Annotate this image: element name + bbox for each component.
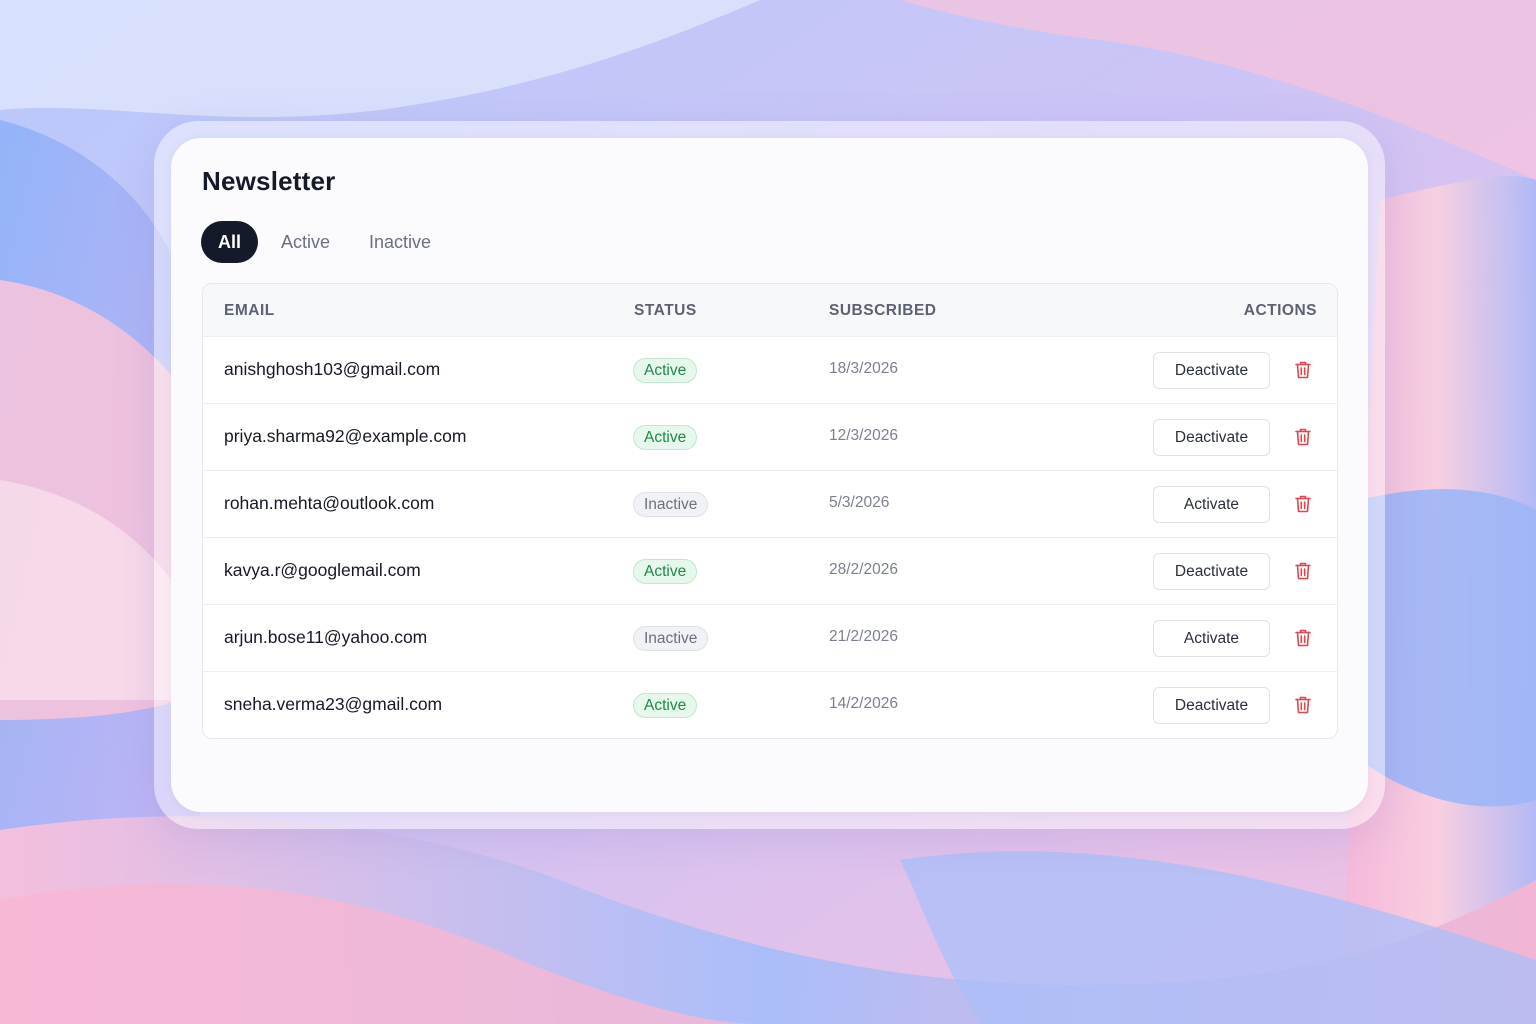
status-badge: Active bbox=[633, 425, 698, 450]
subscribed-date-cell: 28/2/2026 bbox=[829, 561, 898, 578]
subscribed-date-cell: 21/2/2026 bbox=[829, 628, 898, 645]
deactivate-button[interactable]: Deactivate bbox=[1153, 687, 1270, 724]
newsletter-card: Newsletter All Active Inactive EMAIL STA… bbox=[171, 138, 1368, 812]
email-cell: arjun.bose11@yahoo.com bbox=[224, 627, 428, 647]
deactivate-button[interactable]: Deactivate bbox=[1153, 352, 1270, 389]
status-badge: Inactive bbox=[633, 492, 709, 517]
trash-icon[interactable] bbox=[1292, 425, 1314, 449]
subscribed-date-cell: 5/3/2026 bbox=[829, 494, 890, 511]
deactivate-button[interactable]: Deactivate bbox=[1153, 419, 1270, 456]
status-badge: Active bbox=[633, 559, 698, 584]
subscribed-date-cell: 12/3/2026 bbox=[829, 427, 898, 444]
deactivate-button[interactable]: Deactivate bbox=[1153, 553, 1270, 590]
tab-active[interactable]: Active bbox=[281, 221, 330, 263]
column-header-email: EMAIL bbox=[224, 302, 275, 319]
table-body: anishghosh103@gmail.com Active 18/3/2026 De… bbox=[203, 337, 1337, 738]
email-cell: anishghosh103@gmail.com bbox=[224, 359, 441, 379]
filter-tabs: All Active Inactive bbox=[201, 221, 431, 263]
column-header-subscribed: SUBSCRIBED bbox=[829, 302, 937, 319]
table-row: priya.sharma92@example.com Active 12/3/202… bbox=[203, 404, 1337, 471]
trash-icon[interactable] bbox=[1292, 492, 1314, 516]
table-row: arjun.bose11@yahoo.com Inactive 21/2/2026 A… bbox=[203, 605, 1337, 672]
subscribed-date-cell: 14/2/2026 bbox=[829, 695, 898, 712]
email-cell: priya.sharma92@example.com bbox=[224, 426, 467, 446]
subscribed-date-cell: 18/3/2026 bbox=[829, 360, 898, 377]
email-cell: sneha.verma23@gmail.com bbox=[224, 694, 443, 714]
email-cell: kavya.r@googlemail.com bbox=[224, 560, 421, 580]
table-row: rohan.mehta@outlook.com Inactive 5/3/2026 A… bbox=[203, 471, 1337, 538]
tab-inactive[interactable]: Inactive bbox=[369, 221, 431, 263]
column-header-actions: ACTIONS bbox=[1243, 302, 1317, 319]
activate-button[interactable]: Activate bbox=[1153, 620, 1270, 657]
activate-button[interactable]: Activate bbox=[1153, 486, 1270, 523]
tab-all[interactable]: All bbox=[201, 221, 258, 263]
table-header: EMAIL STATUS SUBSCRIBED ACTIONS bbox=[203, 284, 1337, 337]
subscribers-table: EMAIL STATUS SUBSCRIBED ACTIONS anishgho… bbox=[202, 283, 1338, 739]
column-header-status: STATUS bbox=[634, 302, 697, 319]
status-badge: Inactive bbox=[633, 626, 709, 651]
status-badge: Active bbox=[633, 358, 698, 383]
trash-icon[interactable] bbox=[1292, 358, 1314, 382]
trash-icon[interactable] bbox=[1292, 559, 1314, 583]
page-title: Newsletter bbox=[202, 166, 336, 196]
table-row: sneha.verma23@gmail.com Active 14/2/2026 De… bbox=[203, 672, 1337, 738]
email-cell: rohan.mehta@outlook.com bbox=[224, 493, 435, 513]
table-row: anishghosh103@gmail.com Active 18/3/2026 De… bbox=[203, 337, 1337, 404]
trash-icon[interactable] bbox=[1292, 626, 1314, 650]
status-badge: Active bbox=[633, 693, 698, 718]
table-row: kavya.r@googlemail.com Active 28/2/2026 Dea… bbox=[203, 538, 1337, 605]
trash-icon[interactable] bbox=[1292, 693, 1314, 717]
